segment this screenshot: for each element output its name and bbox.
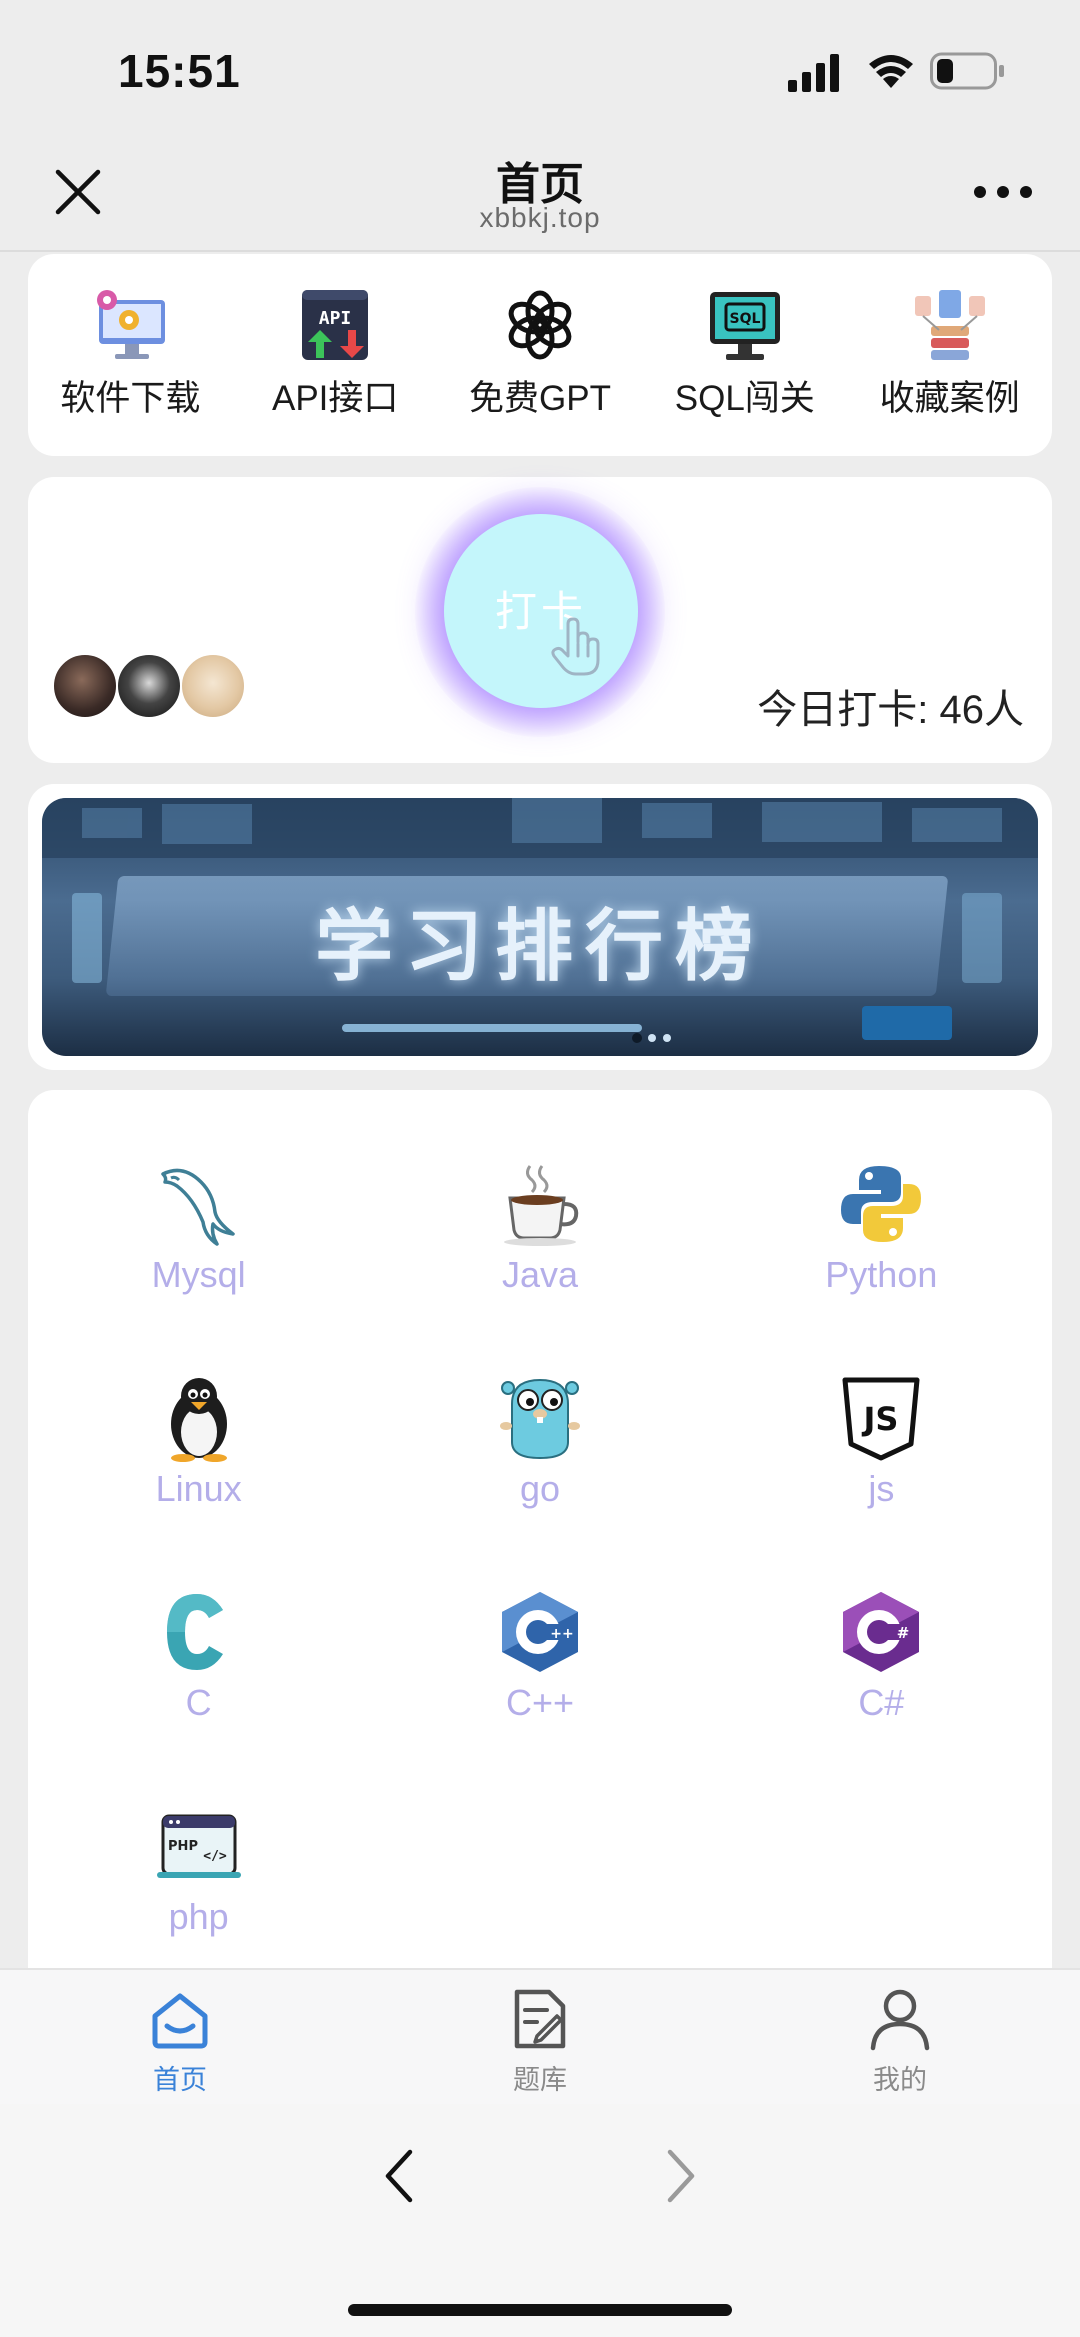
lang-label: php [168, 1896, 229, 1937]
quick-link-sql-challenge[interactable]: SQL SQL闯关 [645, 286, 845, 421]
tab-label: 首页 [153, 2065, 207, 2095]
back-arrow-icon[interactable] [380, 2144, 420, 2208]
avatar [52, 653, 118, 719]
nav-bar: 首页 xbbkj.top [0, 130, 1080, 252]
lang-label: go [519, 1468, 561, 1509]
lang-item-python[interactable]: Python [711, 1160, 1052, 1326]
quick-link-free-gpt[interactable]: 免费GPT [440, 286, 640, 421]
language-grid: Mysql Java Python Linux go JS js C ++ C+… [28, 1160, 1052, 1968]
page-domain: xbbkj.top [479, 202, 601, 233]
csharp-icon: # [843, 1592, 920, 1672]
avatar-group [52, 653, 246, 719]
lang-item-java[interactable]: Java [369, 1160, 710, 1326]
lang-item-c[interactable]: C [28, 1588, 369, 1754]
quick-link-label: SQL闯关 [674, 379, 815, 418]
language-grid-card: Mysql Java Python Linux go JS js C ++ C+… [28, 1090, 1052, 1970]
quick-link-label: 免费GPT [469, 379, 611, 418]
tap-hand-icon [551, 617, 600, 676]
question-bank-icon [514, 1989, 566, 2049]
quick-link-label: API接口 [271, 379, 399, 418]
lang-label: Linux [155, 1468, 242, 1509]
mysql-dolphin-icon [160, 1168, 235, 1246]
php-window-icon: PHP </> [156, 1814, 241, 1878]
lang-label: js [868, 1468, 895, 1509]
quick-link-api[interactable]: API API接口 [235, 286, 435, 421]
svg-text:</>: </> [203, 1849, 227, 1864]
java-cup-icon [503, 1165, 579, 1246]
checkin-button[interactable]: 打卡 [444, 514, 638, 708]
quick-link-software-download[interactable]: 软件下载 [30, 286, 230, 421]
more-icon[interactable] [972, 182, 1034, 202]
lang-item-php[interactable]: PHP </> php [28, 1802, 369, 1968]
avatar [116, 653, 182, 719]
status-time: 15:51 [118, 45, 241, 97]
banner-title: 学习排行榜 [314, 902, 765, 990]
svg-text:JS: JS [862, 1400, 899, 1438]
quick-links-card: 软件下载 API API接口 免费GPT SQL SQL闯关 收藏案例 [28, 254, 1052, 456]
svg-text:#: # [897, 1624, 910, 1642]
lang-label: Python [825, 1254, 938, 1295]
checkin-card: 打卡 今日打卡: 46人 [28, 477, 1052, 763]
avatar [180, 653, 246, 719]
svg-text:API: API [319, 308, 352, 329]
js-shield-icon: JS [842, 1377, 920, 1461]
sql-monitor-icon: SQL [709, 292, 780, 360]
cellular-signal-icon [788, 54, 839, 92]
lang-label: Java [501, 1254, 579, 1295]
svg-text:PHP: PHP [168, 1839, 198, 1854]
quick-link-collection-cases[interactable]: 收藏案例 [850, 286, 1050, 421]
tab-label: 我的 [873, 2065, 927, 2095]
tab-profile[interactable]: 我的 [720, 1970, 1080, 2104]
svg-text:++: ++ [550, 1626, 573, 1642]
lang-item-linux[interactable]: Linux [28, 1374, 369, 1540]
lang-label: C++ [505, 1682, 575, 1723]
collection-icon [914, 290, 985, 360]
python-icon [841, 1166, 922, 1242]
checkin-count: 今日打卡: 46人 [757, 688, 1024, 732]
lang-label: Mysql [151, 1254, 246, 1295]
status-bar: 15:51 [0, 0, 1080, 130]
tab-home[interactable]: 首页 [0, 1970, 360, 2104]
lang-item-cpp[interactable]: ++ C++ [369, 1588, 710, 1754]
profile-icon [870, 1989, 930, 2051]
quick-link-label: 软件下载 [60, 379, 201, 418]
linux-penguin-icon [170, 1378, 227, 1462]
lang-label: C# [858, 1682, 905, 1723]
home-indicator[interactable] [348, 2304, 732, 2316]
software-download-icon [97, 290, 166, 359]
go-gopher-icon [499, 1378, 580, 1460]
banner-card: 学习排行榜 [28, 784, 1052, 1070]
leaderboard-banner[interactable]: 学习排行榜 [42, 798, 1038, 1056]
api-icon: API [302, 290, 369, 360]
battery-icon [930, 52, 1004, 90]
lang-item-js[interactable]: JS js [711, 1374, 1052, 1540]
browser-toolbar [0, 2104, 1080, 2337]
lang-item-go[interactable]: go [369, 1374, 710, 1540]
tab-bar: 首页 题库 我的 [0, 1968, 1080, 2104]
c-icon [166, 1594, 223, 1670]
cpp-icon: ++ [501, 1592, 578, 1672]
svg-text:SQL: SQL [729, 311, 760, 327]
quick-link-label: 收藏案例 [879, 379, 1020, 418]
lang-item-csharp[interactable]: # C# [711, 1588, 1052, 1754]
tab-question-bank[interactable]: 题库 [360, 1970, 720, 2104]
home-icon [152, 1993, 208, 2049]
openai-icon [508, 290, 572, 360]
lang-label: C [185, 1682, 212, 1723]
lang-item-mysql[interactable]: Mysql [28, 1160, 369, 1326]
wifi-icon [869, 55, 913, 88]
tab-label: 题库 [513, 2065, 567, 2095]
forward-arrow-icon[interactable] [660, 2144, 700, 2208]
